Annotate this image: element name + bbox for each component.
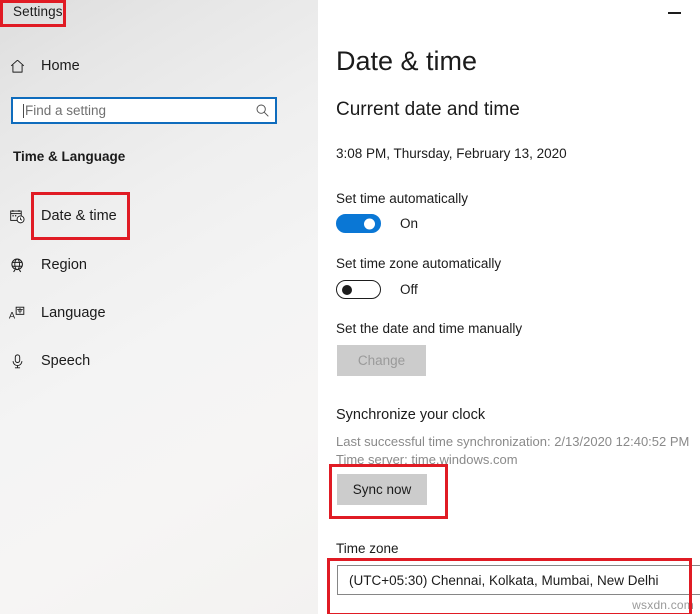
section-heading-synchronize-clock: Synchronize your clock <box>336 407 486 423</box>
search-caret <box>23 103 24 118</box>
window-title: Settings <box>13 4 63 19</box>
timezone-dropdown[interactable]: (UTC+05:30) Chennai, Kolkata, Mumbai, Ne… <box>337 565 700 595</box>
sidebar-item-home-label: Home <box>41 58 80 74</box>
search-input[interactable]: Find a setting <box>11 97 277 124</box>
sidebar-item-date-time[interactable]: Date & time <box>0 201 300 231</box>
sidebar-item-region-label: Region <box>41 257 87 273</box>
sidebar-item-speech-label: Speech <box>41 353 91 369</box>
change-button[interactable]: Change <box>337 345 426 376</box>
toggle-switch-on[interactable] <box>336 214 381 233</box>
set-timezone-automatically-toggle[interactable]: Off <box>336 280 418 299</box>
last-sync-status: Last successful time synchronization: 2/… <box>336 434 690 449</box>
sync-now-button[interactable]: Sync now <box>337 474 427 505</box>
set-timezone-automatically-state: Off <box>400 282 418 297</box>
toggle-knob <box>342 284 352 295</box>
set-date-time-manually-label: Set the date and time manually <box>336 321 523 336</box>
sidebar-group-heading: Time & Language <box>13 149 126 164</box>
set-time-automatically-label: Set time automatically <box>336 191 469 206</box>
sidebar-item-language-label: Language <box>41 305 106 321</box>
sidebar-item-region[interactable]: Region <box>0 250 300 280</box>
timezone-selected-value: (UTC+05:30) Chennai, Kolkata, Mumbai, Ne… <box>349 572 659 588</box>
set-time-automatically-toggle[interactable]: On <box>336 214 418 233</box>
sidebar-item-date-time-label: Date & time <box>41 208 117 224</box>
svg-text:A: A <box>9 310 16 320</box>
settings-window: Settings Home Find a setting Time & Lang… <box>0 0 700 614</box>
sidebar: Settings Home Find a setting Time & Lang… <box>0 0 318 614</box>
watermark: wsxdn.com <box>632 598 694 612</box>
home-icon <box>0 58 34 75</box>
minimize-button[interactable] <box>656 2 692 24</box>
sidebar-item-language[interactable]: A Language <box>0 298 300 328</box>
current-date-time-value: 3:08 PM, Thursday, February 13, 2020 <box>336 146 567 161</box>
globe-icon <box>0 257 34 274</box>
toggle-knob <box>364 218 375 229</box>
toggle-switch-off[interactable] <box>336 280 381 299</box>
set-timezone-automatically-label: Set time zone automatically <box>336 256 502 271</box>
time-server-status: Time server: time.windows.com <box>336 452 518 467</box>
section-heading-current-date-time: Current date and time <box>336 99 520 120</box>
language-icon: A <box>0 305 34 322</box>
sidebar-item-home[interactable]: Home <box>0 52 300 80</box>
main-content: Date & time Current date and time 3:08 P… <box>318 0 700 614</box>
page-title: Date & time <box>336 46 478 76</box>
calendar-clock-icon <box>0 208 34 225</box>
minimize-icon <box>667 12 681 14</box>
search-placeholder: Find a setting <box>25 103 107 118</box>
sidebar-item-speech[interactable]: Speech <box>0 346 300 376</box>
timezone-label: Time zone <box>336 541 399 556</box>
search-icon[interactable] <box>249 103 275 118</box>
set-time-automatically-state: On <box>400 216 419 231</box>
microphone-icon <box>0 353 34 370</box>
